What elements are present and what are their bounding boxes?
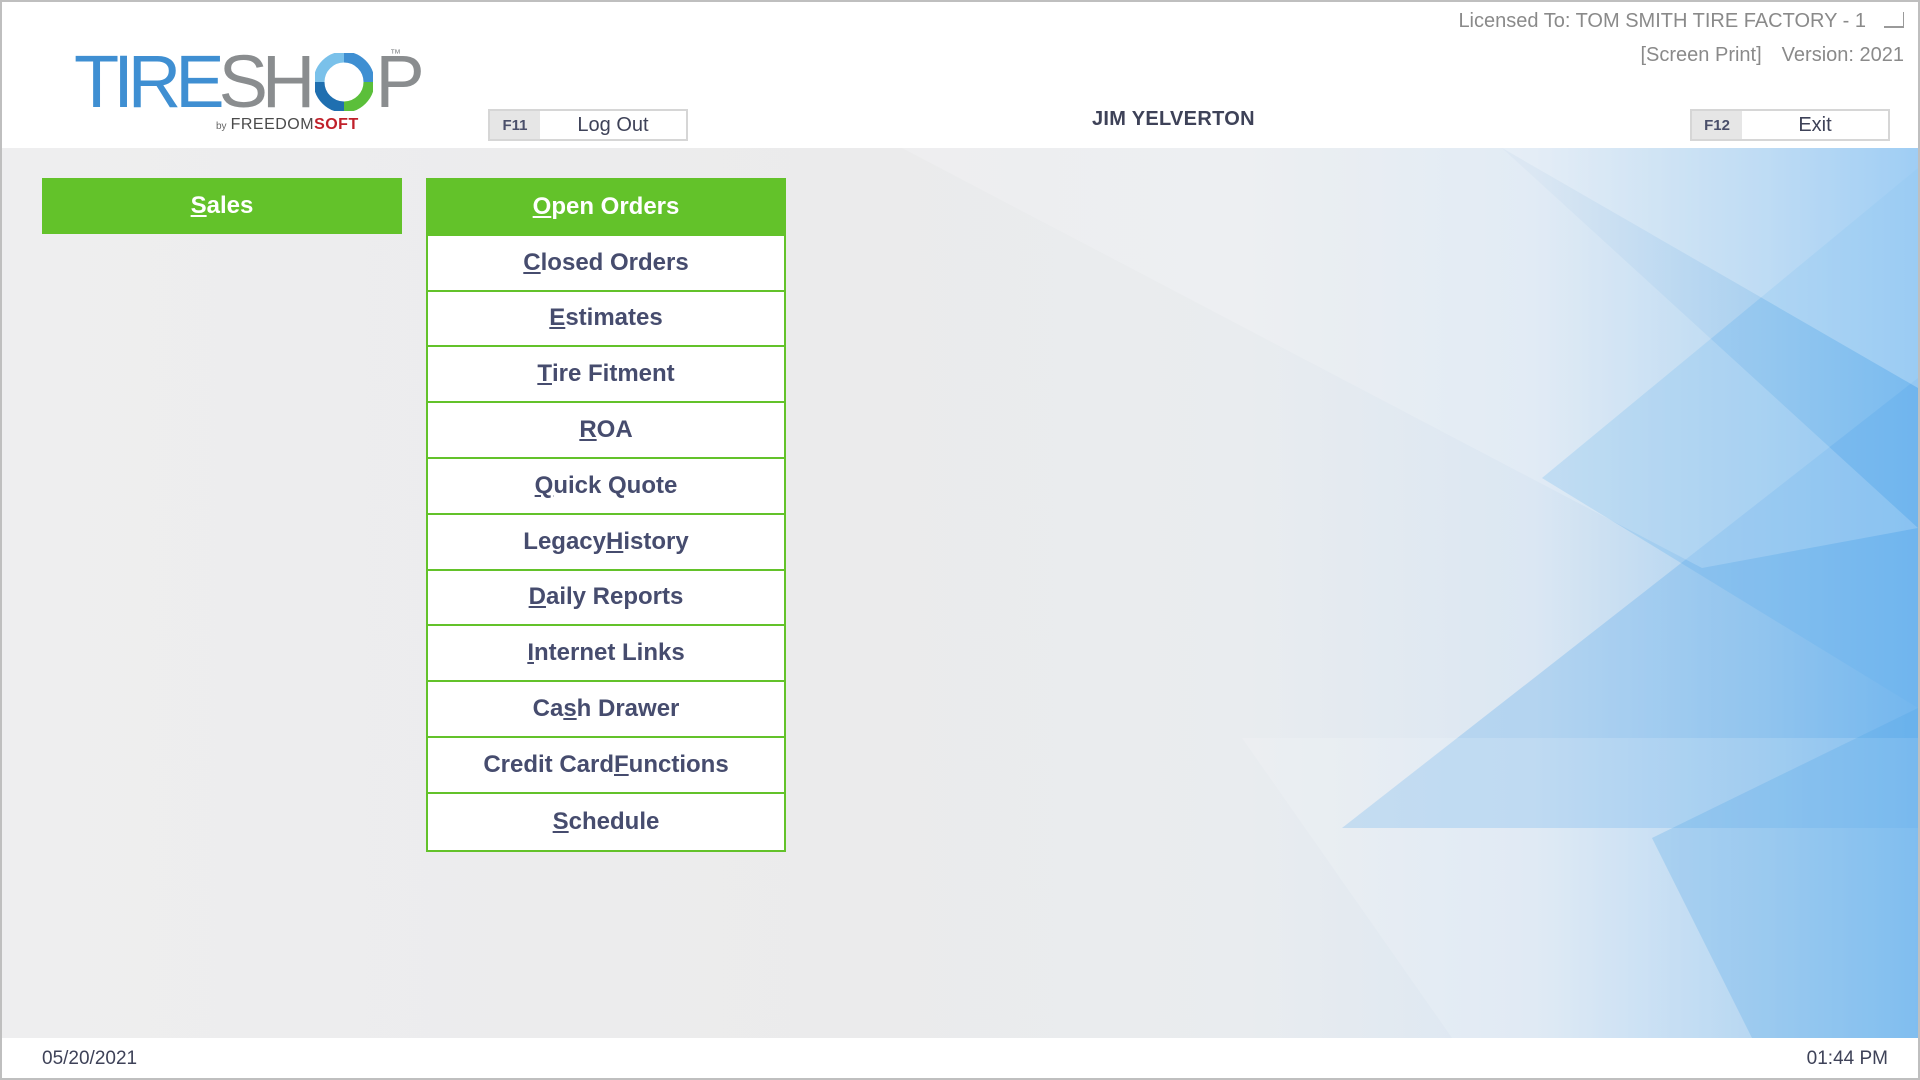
main-area: Sales Open Orders Closed Orders Estimate…	[2, 148, 1918, 1038]
logo-by: by	[216, 121, 227, 132]
menu-item-hotkey: R	[579, 416, 597, 444]
version-text: Version: 2021	[1781, 44, 1904, 66]
menu-item-hotkey: S	[552, 807, 569, 835]
menu-item-text: nternet Links	[533, 639, 685, 667]
menu-item-text: Legacy	[523, 527, 606, 555]
menu-item-text: aily Reports	[545, 583, 684, 611]
logout-hotkey: F11	[490, 111, 540, 139]
menu-item-hotkey: O	[532, 192, 552, 220]
current-user: JIM YELVERTON	[1092, 108, 1255, 130]
exit-label: Exit	[1798, 113, 1832, 136]
menu-item-open-orders[interactable]: Open Orders	[428, 180, 784, 236]
logo-soft: SOFT	[314, 116, 359, 133]
logo-freedom: FREEDOM	[230, 116, 315, 133]
menu-item-closed-orders[interactable]: Closed Orders	[428, 235, 784, 292]
background-graphic	[902, 148, 1918, 1038]
header-bar: TIRESH P ™ by FREEDOMSOFT Licensed To: TO…	[2, 2, 1918, 148]
status-bar: 05/20/2021 01:44 PM	[2, 1038, 1918, 1078]
logo-trademark: ™	[390, 48, 401, 60]
logout-label: Log Out	[577, 113, 649, 136]
menu-item-hotkey: Q	[534, 471, 554, 499]
menu-item-text: pen Orders	[551, 192, 680, 220]
menu-item-estimates[interactable]: Estimates	[428, 291, 784, 348]
sales-hotkey: S	[190, 192, 207, 219]
menu-item-legacy-history[interactable]: Legacy History	[428, 514, 784, 571]
menu-item-text: ire Fitment	[551, 360, 675, 388]
menu-item-roa[interactable]: R OA	[428, 403, 784, 459]
menu-item-text: unctions	[628, 750, 729, 778]
menu-item-hotkey: C	[523, 248, 541, 276]
exit-button[interactable]: F12 Exit	[1690, 109, 1890, 141]
menu-item-text: Credit Card	[483, 750, 614, 778]
menu-item-tire-fitment[interactable]: Tire Fitment	[428, 347, 784, 404]
menu-item-hotkey: s	[563, 695, 577, 723]
menu-item-daily-reports[interactable]: Daily Reports	[428, 570, 784, 627]
tireshop-logo: TIRESH P ™ by FREEDOMSOFT	[74, 42, 425, 142]
exit-hotkey: F12	[1692, 111, 1742, 139]
menu-item-credit-card-functions[interactable]: Credit Card Functions	[428, 737, 784, 794]
logo-text-tire: TIRE	[74, 40, 225, 123]
menu-item-schedule[interactable]: Schedule	[428, 793, 784, 850]
menu-item-cash-drawer[interactable]: Ca s h Drawer	[428, 682, 784, 738]
sales-label: ales	[206, 192, 254, 219]
status-date: 05/20/2021	[42, 1048, 138, 1069]
menu-item-internet-links[interactable]: Internet Links	[428, 626, 784, 683]
menu-item-text: stimates	[565, 304, 663, 332]
menu-item-quick-quote[interactable]: Quick Quote	[428, 458, 784, 515]
menu-item-hotkey: I	[527, 639, 534, 667]
screen-print-link[interactable]: [Screen Print]	[1641, 44, 1762, 66]
tire-o-icon	[313, 46, 375, 113]
sales-menu: Open Orders Closed Orders Estimates Tire…	[426, 178, 786, 852]
license-text: Licensed To: TOM SMITH TIRE FACTORY - 1	[1458, 10, 1866, 32]
logo-subtitle: by FREEDOMSOFT	[216, 116, 359, 134]
logo-wordmark: TIRESH P	[74, 40, 425, 123]
status-time: 01:44 PM	[1806, 1048, 1888, 1069]
menu-item-hotkey: F	[614, 750, 629, 778]
menu-item-hotkey: D	[528, 583, 546, 611]
sales-button[interactable]: Sales	[42, 178, 402, 234]
menu-item-text: h Drawer	[576, 695, 680, 723]
menu-item-text: uick Quote	[553, 471, 678, 499]
menu-item-hotkey: T	[537, 360, 552, 388]
logout-button[interactable]: F11 Log Out	[488, 109, 688, 141]
menu-item-hotkey: E	[549, 304, 566, 332]
menu-item-text: losed Orders	[540, 248, 689, 276]
version-row: [Screen Print] Version: 2021	[1621, 44, 1905, 67]
logo-text-sh: SH	[218, 40, 316, 123]
minimize-icon[interactable]	[1884, 12, 1904, 28]
menu-item-text: chedule	[568, 807, 660, 835]
app-window: TIRESH P ™ by FREEDOMSOFT Licensed To: TO…	[0, 0, 1920, 1080]
menu-item-text: istory	[623, 527, 689, 555]
menu-item-text: OA	[596, 416, 633, 444]
menu-item-hotkey: H	[606, 527, 624, 555]
menu-item-text: Ca	[532, 695, 564, 723]
